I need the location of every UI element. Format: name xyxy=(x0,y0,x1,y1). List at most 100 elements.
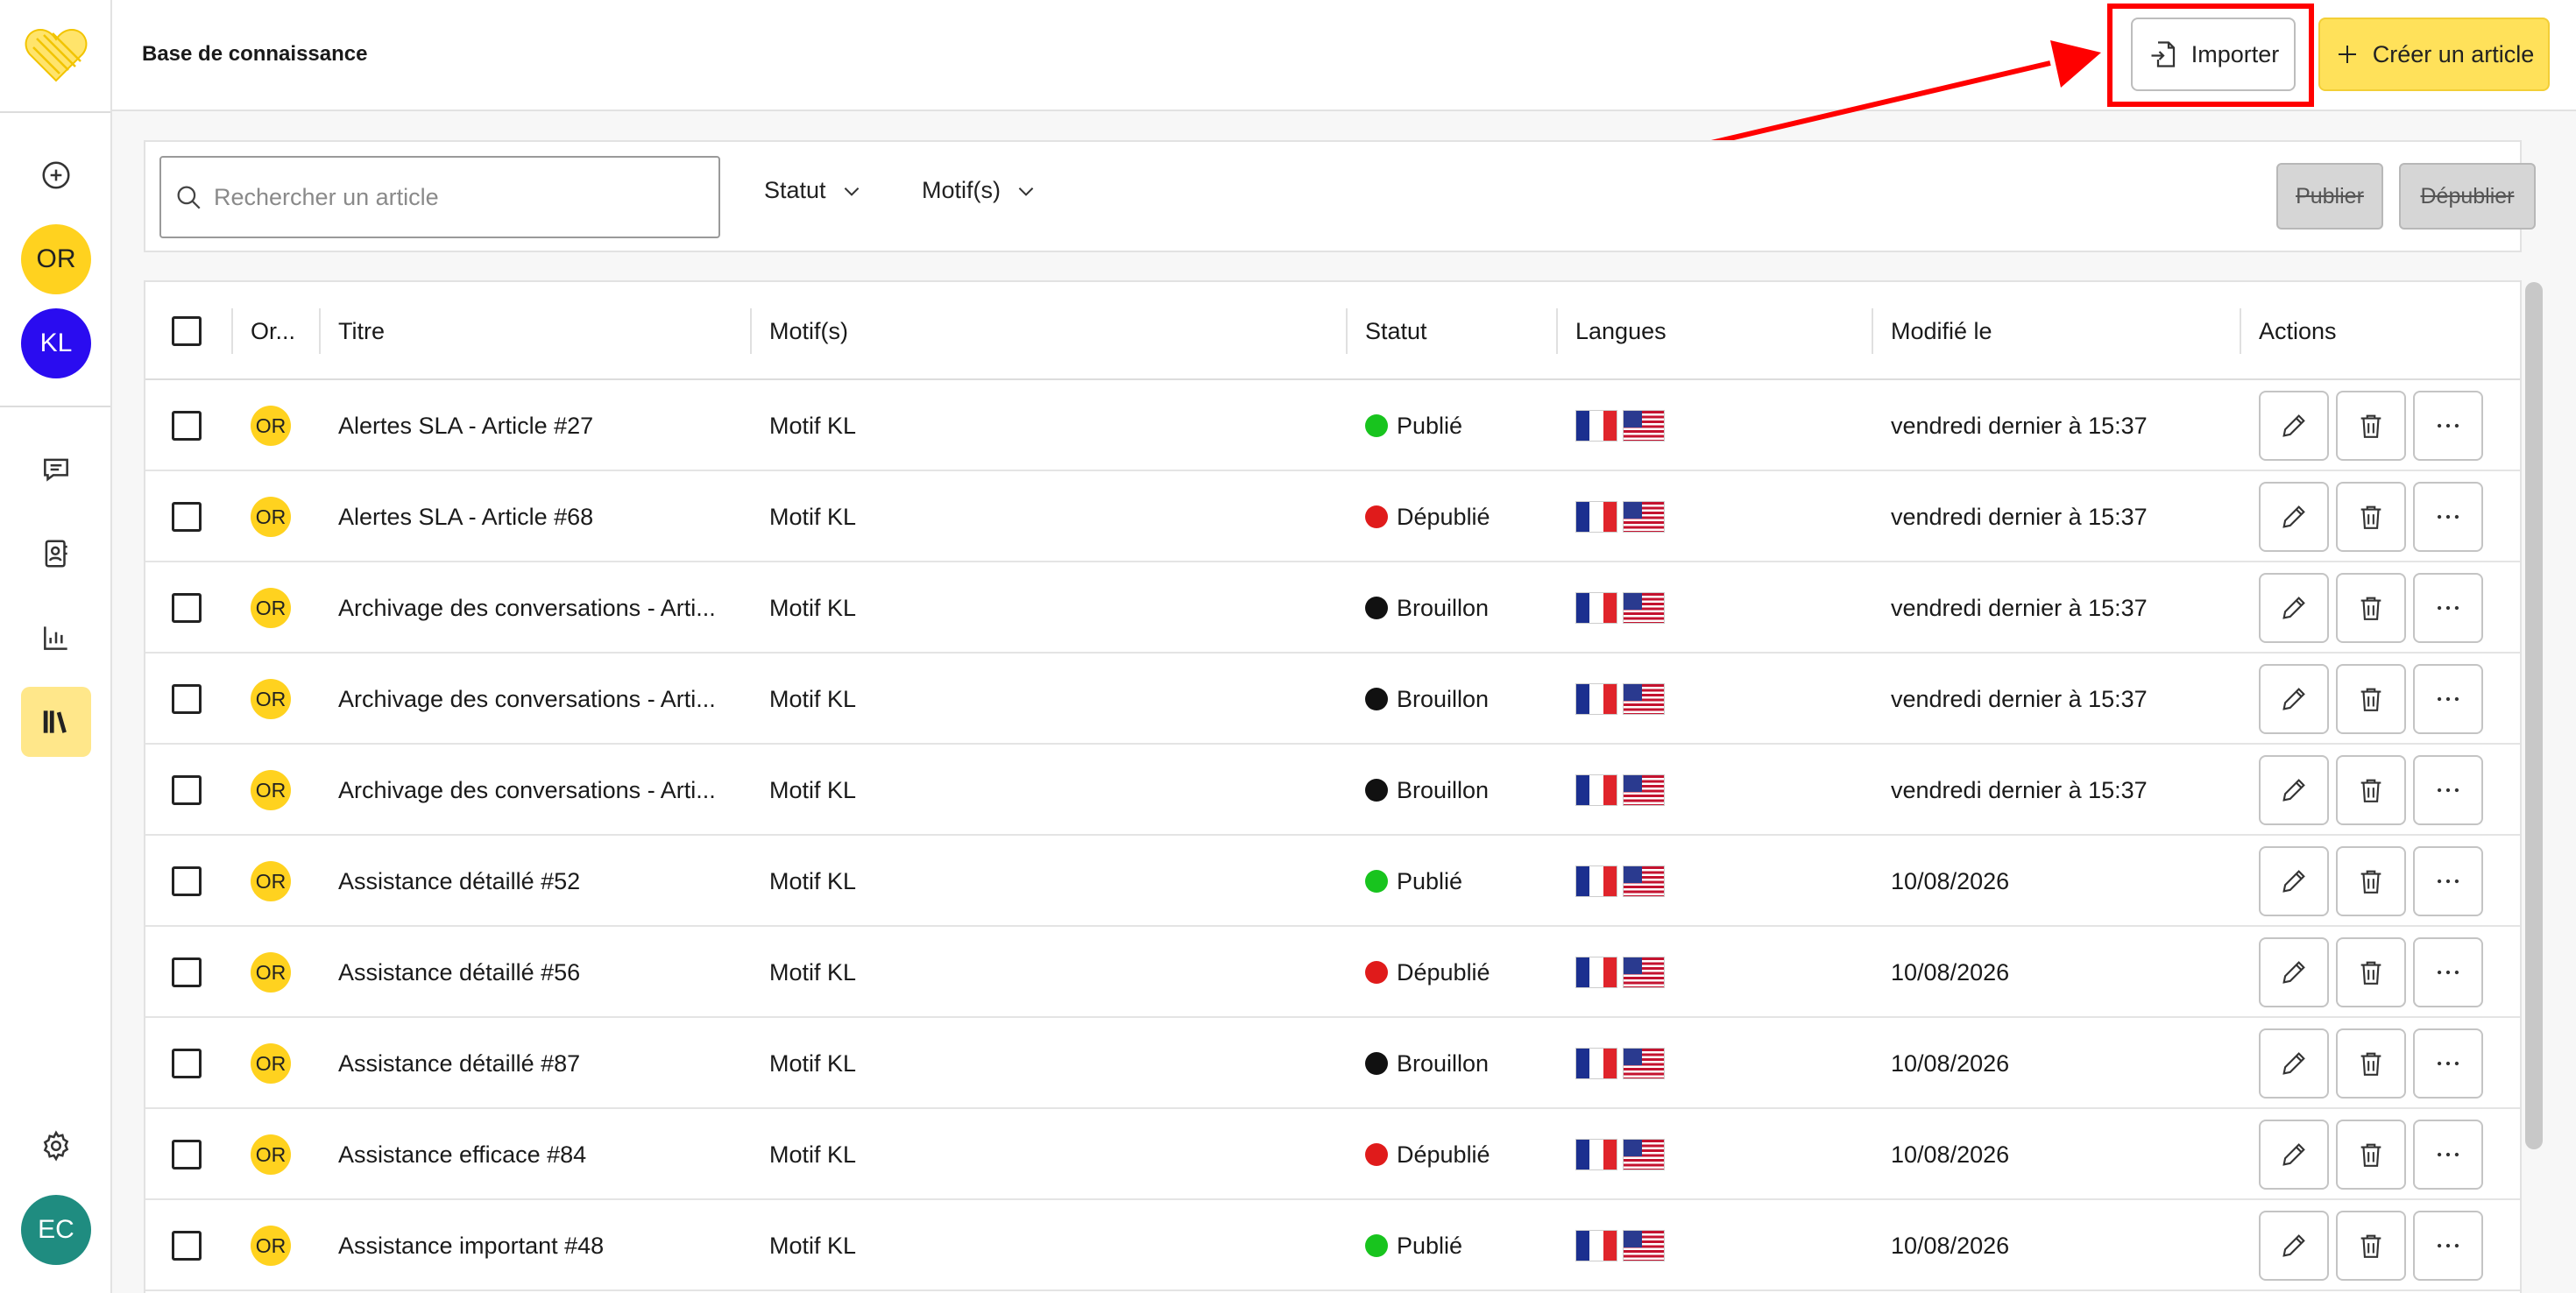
more-actions-button[interactable] xyxy=(2413,573,2483,643)
knowledge-base-nav-button[interactable] xyxy=(21,687,91,757)
conversations-nav-button[interactable] xyxy=(21,435,91,505)
flag-fr-icon[interactable] xyxy=(1575,683,1617,715)
more-actions-button[interactable] xyxy=(2413,1120,2483,1190)
flag-us-icon[interactable] xyxy=(1623,592,1665,624)
article-title[interactable]: Alertes SLA - Article #68 xyxy=(338,471,741,562)
edit-button[interactable] xyxy=(2259,846,2329,916)
delete-button[interactable] xyxy=(2336,1120,2406,1190)
more-actions-button[interactable] xyxy=(2413,664,2483,734)
row-checkbox[interactable] xyxy=(172,775,202,805)
delete-button[interactable] xyxy=(2336,937,2406,1007)
table-row[interactable]: OR Assistance efficace #84 Motif KL Dépu… xyxy=(145,1109,2520,1200)
article-title[interactable]: Assistance détaillé #87 xyxy=(338,1018,741,1109)
publish-button[interactable]: Publier xyxy=(2276,163,2383,230)
table-scrollbar[interactable] xyxy=(2525,282,2543,1149)
row-checkbox[interactable] xyxy=(172,1049,202,1078)
more-actions-button[interactable] xyxy=(2413,391,2483,461)
column-header-reasons[interactable]: Motif(s) xyxy=(769,282,848,380)
flag-us-icon[interactable] xyxy=(1623,957,1665,988)
import-button[interactable]: Importer xyxy=(2131,18,2296,91)
edit-button[interactable] xyxy=(2259,573,2329,643)
row-checkbox[interactable] xyxy=(172,411,202,441)
table-row[interactable]: OR Assistance détaillé #52 Motif KL Publ… xyxy=(145,836,2520,927)
row-checkbox[interactable] xyxy=(172,1140,202,1169)
column-header-status[interactable]: Statut xyxy=(1365,282,1427,380)
edit-button[interactable] xyxy=(2259,1211,2329,1281)
more-actions-button[interactable] xyxy=(2413,755,2483,825)
reasons-filter-dropdown[interactable]: Motif(s) xyxy=(922,177,1037,204)
avatar-kl[interactable]: KL xyxy=(21,308,91,378)
row-checkbox[interactable] xyxy=(172,866,202,896)
avatar-or[interactable]: OR xyxy=(21,224,91,294)
select-all-checkbox[interactable] xyxy=(172,316,202,346)
row-checkbox[interactable] xyxy=(172,593,202,623)
flag-fr-icon[interactable] xyxy=(1575,1048,1617,1079)
column-header-title[interactable]: Titre xyxy=(338,282,385,380)
flag-fr-icon[interactable] xyxy=(1575,957,1617,988)
flag-us-icon[interactable] xyxy=(1623,774,1665,806)
flag-us-icon[interactable] xyxy=(1623,866,1665,897)
article-title[interactable]: Assistance important #48 xyxy=(338,1200,741,1291)
search-input[interactable] xyxy=(214,183,704,211)
flag-fr-icon[interactable] xyxy=(1575,866,1617,897)
article-title[interactable]: Alertes SLA - Article #27 xyxy=(338,380,741,471)
flag-fr-icon[interactable] xyxy=(1575,1230,1617,1261)
unpublish-button[interactable]: Dépublier xyxy=(2399,163,2536,230)
contacts-nav-button[interactable] xyxy=(21,519,91,589)
flag-us-icon[interactable] xyxy=(1623,501,1665,533)
delete-button[interactable] xyxy=(2336,482,2406,552)
flag-us-icon[interactable] xyxy=(1623,1139,1665,1170)
edit-button[interactable] xyxy=(2259,391,2329,461)
delete-button[interactable] xyxy=(2336,664,2406,734)
edit-button[interactable] xyxy=(2259,664,2329,734)
row-checkbox[interactable] xyxy=(172,684,202,714)
row-checkbox[interactable] xyxy=(172,502,202,532)
more-actions-button[interactable] xyxy=(2413,1028,2483,1099)
more-actions-button[interactable] xyxy=(2413,846,2483,916)
delete-button[interactable] xyxy=(2336,391,2406,461)
table-row[interactable]: OR Assistance important #48 Motif KL Pub… xyxy=(145,1200,2520,1291)
article-title[interactable]: Assistance détaillé #56 xyxy=(338,927,741,1018)
column-header-languages[interactable]: Langues xyxy=(1575,282,1667,380)
statistics-nav-button[interactable] xyxy=(21,603,91,673)
article-title[interactable]: Assistance efficace #84 xyxy=(338,1109,741,1200)
edit-button[interactable] xyxy=(2259,755,2329,825)
table-row[interactable]: OR Archivage des conversations - Arti...… xyxy=(145,562,2520,654)
flag-us-icon[interactable] xyxy=(1623,683,1665,715)
table-row[interactable]: OR Assistance détaillé #56 Motif KL Dépu… xyxy=(145,927,2520,1018)
article-title[interactable]: Assistance détaillé #52 xyxy=(338,836,741,927)
delete-button[interactable] xyxy=(2336,755,2406,825)
row-checkbox[interactable] xyxy=(172,1231,202,1261)
delete-button[interactable] xyxy=(2336,1211,2406,1281)
more-actions-button[interactable] xyxy=(2413,937,2483,1007)
flag-us-icon[interactable] xyxy=(1623,1048,1665,1079)
table-row[interactable]: OR Alertes SLA - Article #27 Motif KL Pu… xyxy=(145,380,2520,471)
flag-fr-icon[interactable] xyxy=(1575,1139,1617,1170)
edit-button[interactable] xyxy=(2259,1028,2329,1099)
more-actions-button[interactable] xyxy=(2413,482,2483,552)
edit-button[interactable] xyxy=(2259,482,2329,552)
table-row[interactable]: OR Archivage des conversations - Arti...… xyxy=(145,745,2520,836)
row-checkbox[interactable] xyxy=(172,957,202,987)
flag-fr-icon[interactable] xyxy=(1575,774,1617,806)
delete-button[interactable] xyxy=(2336,1028,2406,1099)
table-row[interactable]: OR Archivage des conversations - Arti...… xyxy=(145,654,2520,745)
status-filter-dropdown[interactable]: Statut xyxy=(764,177,863,204)
delete-button[interactable] xyxy=(2336,846,2406,916)
delete-button[interactable] xyxy=(2336,573,2406,643)
flag-us-icon[interactable] xyxy=(1623,410,1665,442)
column-header-org[interactable]: Or... xyxy=(251,282,312,380)
flag-fr-icon[interactable] xyxy=(1575,592,1617,624)
settings-button[interactable] xyxy=(21,1111,91,1181)
article-title[interactable]: Archivage des conversations - Arti... xyxy=(338,745,741,836)
edit-button[interactable] xyxy=(2259,1120,2329,1190)
more-actions-button[interactable] xyxy=(2413,1211,2483,1281)
user-avatar[interactable]: EC xyxy=(21,1195,91,1265)
create-article-button[interactable]: Créer un article xyxy=(2318,18,2550,91)
edit-button[interactable] xyxy=(2259,937,2329,1007)
flag-fr-icon[interactable] xyxy=(1575,410,1617,442)
new-conversation-button[interactable] xyxy=(21,140,91,210)
table-row[interactable]: OR Alertes SLA - Article #68 Motif KL Dé… xyxy=(145,471,2520,562)
table-row[interactable]: OR Assistance détaillé #87 Motif KL Brou… xyxy=(145,1018,2520,1109)
column-header-modified[interactable]: Modifié le xyxy=(1891,282,1992,380)
